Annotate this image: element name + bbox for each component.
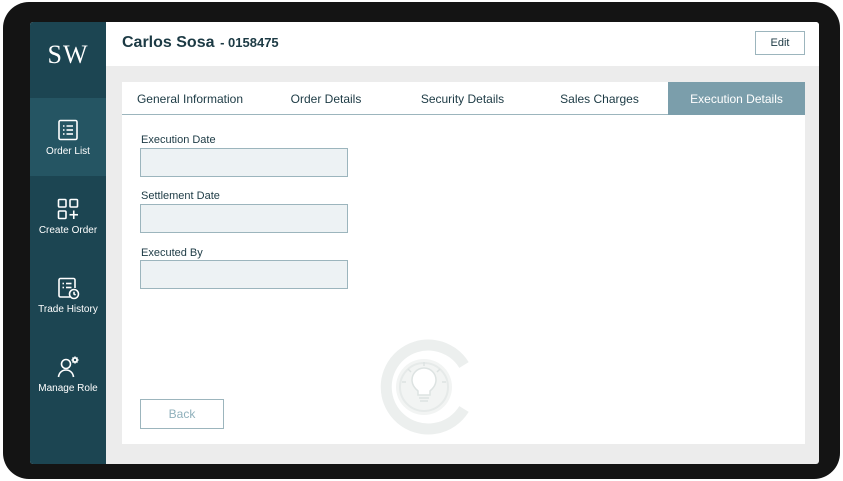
sidebar-item-label: Order List xyxy=(46,145,90,157)
settlement-date-field[interactable] xyxy=(140,204,348,233)
edit-button[interactable]: Edit xyxy=(755,31,805,55)
executed-by-label: Executed By xyxy=(141,247,203,259)
sidebar-item-label: Create Order xyxy=(38,224,98,236)
device-frame: SW Order List Create Order Trade History… xyxy=(3,2,840,479)
execution-date-field[interactable] xyxy=(140,148,348,177)
sidebar-item-order-list[interactable]: Order List xyxy=(30,98,106,176)
grid-add-icon xyxy=(57,198,79,219)
list-document-icon xyxy=(58,119,78,140)
settlement-date-label: Settlement Date xyxy=(141,190,220,202)
tab-order-details[interactable]: Order Details xyxy=(258,82,394,115)
order-card: General Information Order Details Securi… xyxy=(122,82,805,444)
app-logo: SW xyxy=(47,40,89,69)
sidebar-item-manage-role[interactable]: Manage Role xyxy=(30,335,106,413)
back-button[interactable]: Back xyxy=(140,399,224,429)
page-header: Carlos Sosa - 0158475 Edit xyxy=(106,22,819,66)
title-separator: - xyxy=(216,35,229,50)
app-screen: SW Order List Create Order Trade History… xyxy=(30,22,819,464)
sidebar: SW Order List Create Order Trade History… xyxy=(30,22,106,464)
order-id: 0158475 xyxy=(228,35,279,50)
sidebar-item-label: Trade History xyxy=(38,303,98,315)
client-name: Carlos Sosa xyxy=(122,34,215,51)
lightbulb-c-watermark-icon xyxy=(380,339,469,435)
sidebar-item-label: Manage Role xyxy=(38,382,98,394)
tab-security-details[interactable]: Security Details xyxy=(394,82,531,115)
tab-general-information[interactable]: General Information xyxy=(122,82,258,115)
document-clock-icon xyxy=(58,277,80,299)
tab-execution-details[interactable]: Execution Details xyxy=(668,82,805,115)
execution-date-label: Execution Date xyxy=(141,134,216,146)
tab-bar: General Information Order Details Securi… xyxy=(122,82,805,115)
user-gear-icon xyxy=(57,356,79,377)
sidebar-item-create-order[interactable]: Create Order xyxy=(30,177,106,255)
page-title: Carlos Sosa - 0158475 xyxy=(122,34,279,52)
tab-sales-charges[interactable]: Sales Charges xyxy=(531,82,668,115)
executed-by-field[interactable] xyxy=(140,260,348,289)
sidebar-item-trade-history[interactable]: Trade History xyxy=(30,256,106,334)
